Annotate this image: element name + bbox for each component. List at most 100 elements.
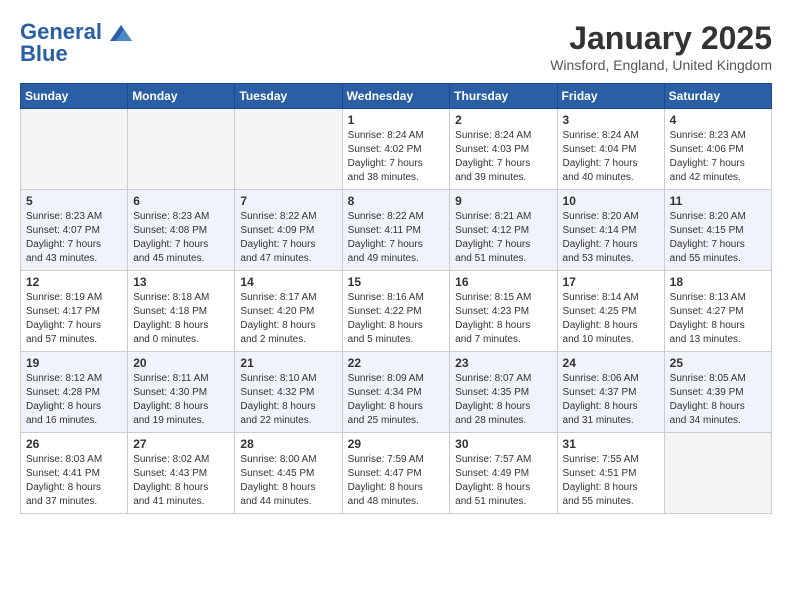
day-info: Sunrise: 8:03 AM Sunset: 4:41 PM Dayligh… — [26, 453, 122, 509]
day-info: Sunrise: 7:57 AM Sunset: 4:49 PM Dayligh… — [455, 453, 551, 509]
day-number: 20 — [133, 356, 229, 370]
day-info: Sunrise: 8:16 AM Sunset: 4:22 PM Dayligh… — [348, 291, 445, 347]
calendar-day-cell: 29Sunrise: 7:59 AM Sunset: 4:47 PM Dayli… — [342, 433, 450, 514]
calendar-day-cell: 10 Sunrise: 8:20 AM Sunset: 4:14 PM Dayli… — [557, 190, 664, 271]
calendar-header-row: SundayMondayTuesdayWednesdayThursdayFrid… — [21, 84, 772, 109]
calendar-day-cell: 8 Sunrise: 8:22 AM Sunset: 4:11 PM Daylig… — [342, 190, 450, 271]
day-info: Sunrise: 8:06 AM Sunset: 4:37 PM Dayligh… — [563, 372, 659, 428]
day-number: 15 — [348, 275, 445, 289]
day-info: Sunrise: 8:18 AM Sunset: 4:18 PM Dayligh… — [133, 291, 229, 347]
day-info: Sunrise: 8:00 AM Sunset: 4:45 PM Dayligh… — [240, 453, 336, 509]
weekday-header-thursday: Thursday — [450, 84, 557, 109]
calendar-day-cell: 19 Sunrise: 8:12 AM Sunset: 4:28 PM Dayli… — [21, 352, 128, 433]
calendar-day-cell: 3 Sunrise: 8:24 AM Sunset: 4:04 PM Daylig… — [557, 109, 664, 190]
day-info: Sunrise: 8:22 AM Sunset: 4:09 PM Dayligh… — [240, 210, 336, 266]
day-number: 8 — [348, 194, 445, 208]
day-info: Sunrise: 8:24 AM Sunset: 4:03 PM Dayligh… — [455, 129, 551, 185]
day-number: 22 — [348, 356, 445, 370]
day-info: Sunrise: 8:07 AM Sunset: 4:35 PM Dayligh… — [455, 372, 551, 428]
calendar-day-cell: 17 Sunrise: 8:14 AM Sunset: 4:25 PM Dayli… — [557, 271, 664, 352]
day-info: Sunrise: 8:22 AM Sunset: 4:11 PM Dayligh… — [348, 210, 445, 266]
day-number: 11 — [670, 194, 766, 208]
day-number: 3 — [563, 113, 659, 127]
day-info: Sunrise: 8:23 AM Sunset: 4:06 PM Dayligh… — [670, 129, 766, 185]
day-number: 14 — [240, 275, 336, 289]
calendar-day-cell: 31Sunrise: 7:55 AM Sunset: 4:51 PM Dayli… — [557, 433, 664, 514]
day-number: 19 — [26, 356, 122, 370]
day-info: Sunrise: 8:20 AM Sunset: 4:15 PM Dayligh… — [670, 210, 766, 266]
calendar-day-cell: 2 Sunrise: 8:24 AM Sunset: 4:03 PM Daylig… — [450, 109, 557, 190]
day-number: 26 — [26, 437, 122, 451]
calendar-week-row: 5 Sunrise: 8:23 AM Sunset: 4:07 PM Daylig… — [21, 190, 772, 271]
day-number: 16 — [455, 275, 551, 289]
calendar-day-cell — [128, 109, 235, 190]
calendar-week-row: 1 Sunrise: 8:24 AM Sunset: 4:02 PM Daylig… — [21, 109, 772, 190]
calendar-day-cell: 23Sunrise: 8:07 AM Sunset: 4:35 PM Dayli… — [450, 352, 557, 433]
calendar-day-cell: 24 Sunrise: 8:06 AM Sunset: 4:37 PM Dayli… — [557, 352, 664, 433]
calendar-day-cell: 13Sunrise: 8:18 AM Sunset: 4:18 PM Dayli… — [128, 271, 235, 352]
day-info: Sunrise: 8:20 AM Sunset: 4:14 PM Dayligh… — [563, 210, 659, 266]
day-number: 6 — [133, 194, 229, 208]
calendar-day-cell: 30 Sunrise: 7:57 AM Sunset: 4:49 PM Dayli… — [450, 433, 557, 514]
day-number: 27 — [133, 437, 229, 451]
day-number: 25 — [670, 356, 766, 370]
calendar-day-cell: 1 Sunrise: 8:24 AM Sunset: 4:02 PM Daylig… — [342, 109, 450, 190]
day-info: Sunrise: 8:12 AM Sunset: 4:28 PM Dayligh… — [26, 372, 122, 428]
calendar-day-cell: 6Sunrise: 8:23 AM Sunset: 4:08 PM Daylig… — [128, 190, 235, 271]
weekday-header-friday: Friday — [557, 84, 664, 109]
day-number: 7 — [240, 194, 336, 208]
day-number: 12 — [26, 275, 122, 289]
day-info: Sunrise: 8:21 AM Sunset: 4:12 PM Dayligh… — [455, 210, 551, 266]
day-info: Sunrise: 8:19 AM Sunset: 4:17 PM Dayligh… — [26, 291, 122, 347]
day-number: 28 — [240, 437, 336, 451]
calendar-day-cell: 15 Sunrise: 8:16 AM Sunset: 4:22 PM Dayli… — [342, 271, 450, 352]
day-number: 17 — [563, 275, 659, 289]
day-info: Sunrise: 8:05 AM Sunset: 4:39 PM Dayligh… — [670, 372, 766, 428]
calendar-day-cell: 28 Sunrise: 8:00 AM Sunset: 4:45 PM Dayli… — [235, 433, 342, 514]
day-info: Sunrise: 8:24 AM Sunset: 4:04 PM Dayligh… — [563, 129, 659, 185]
day-info: Sunrise: 8:09 AM Sunset: 4:34 PM Dayligh… — [348, 372, 445, 428]
day-info: Sunrise: 8:10 AM Sunset: 4:32 PM Dayligh… — [240, 372, 336, 428]
calendar-week-row: 26 Sunrise: 8:03 AM Sunset: 4:41 PM Dayli… — [21, 433, 772, 514]
day-number: 5 — [26, 194, 122, 208]
day-number: 1 — [348, 113, 445, 127]
day-number: 10 — [563, 194, 659, 208]
logo-icon — [110, 25, 132, 41]
calendar-day-cell: 9 Sunrise: 8:21 AM Sunset: 4:12 PM Daylig… — [450, 190, 557, 271]
calendar-day-cell: 25 Sunrise: 8:05 AM Sunset: 4:39 PM Dayli… — [664, 352, 771, 433]
day-number: 24 — [563, 356, 659, 370]
page-header: General Blue January 2025 Winsford, Engl… — [20, 20, 772, 73]
day-info: Sunrise: 8:24 AM Sunset: 4:02 PM Dayligh… — [348, 129, 445, 185]
calendar-week-row: 19 Sunrise: 8:12 AM Sunset: 4:28 PM Dayli… — [21, 352, 772, 433]
calendar-week-row: 12 Sunrise: 8:19 AM Sunset: 4:17 PM Dayli… — [21, 271, 772, 352]
day-info: Sunrise: 7:59 AM Sunset: 4:47 PM Dayligh… — [348, 453, 445, 509]
day-info: Sunrise: 8:23 AM Sunset: 4:07 PM Dayligh… — [26, 210, 122, 266]
calendar-day-cell: 5 Sunrise: 8:23 AM Sunset: 4:07 PM Daylig… — [21, 190, 128, 271]
day-number: 21 — [240, 356, 336, 370]
location: Winsford, England, United Kingdom — [550, 57, 772, 73]
calendar-day-cell: 14 Sunrise: 8:17 AM Sunset: 4:20 PM Dayli… — [235, 271, 342, 352]
day-number: 9 — [455, 194, 551, 208]
calendar-day-cell: 18 Sunrise: 8:13 AM Sunset: 4:27 PM Dayli… — [664, 271, 771, 352]
calendar-day-cell — [664, 433, 771, 514]
logo: General Blue — [20, 20, 132, 66]
day-info: Sunrise: 8:02 AM Sunset: 4:43 PM Dayligh… — [133, 453, 229, 509]
day-number: 18 — [670, 275, 766, 289]
calendar-day-cell: 26 Sunrise: 8:03 AM Sunset: 4:41 PM Dayli… — [21, 433, 128, 514]
day-info: Sunrise: 8:17 AM Sunset: 4:20 PM Dayligh… — [240, 291, 336, 347]
day-info: Sunrise: 8:13 AM Sunset: 4:27 PM Dayligh… — [670, 291, 766, 347]
calendar-table: SundayMondayTuesdayWednesdayThursdayFrid… — [20, 83, 772, 514]
calendar-day-cell: 12 Sunrise: 8:19 AM Sunset: 4:17 PM Dayli… — [21, 271, 128, 352]
weekday-header-sunday: Sunday — [21, 84, 128, 109]
calendar-day-cell: 7 Sunrise: 8:22 AM Sunset: 4:09 PM Daylig… — [235, 190, 342, 271]
weekday-header-saturday: Saturday — [664, 84, 771, 109]
day-number: 30 — [455, 437, 551, 451]
day-info: Sunrise: 8:11 AM Sunset: 4:30 PM Dayligh… — [133, 372, 229, 428]
day-number: 2 — [455, 113, 551, 127]
calendar-day-cell: 11 Sunrise: 8:20 AM Sunset: 4:15 PM Dayli… — [664, 190, 771, 271]
day-number: 4 — [670, 113, 766, 127]
day-info: Sunrise: 8:14 AM Sunset: 4:25 PM Dayligh… — [563, 291, 659, 347]
logo-line2: Blue — [20, 42, 132, 66]
calendar-day-cell: 4 Sunrise: 8:23 AM Sunset: 4:06 PM Daylig… — [664, 109, 771, 190]
title-section: January 2025 Winsford, England, United K… — [550, 20, 772, 73]
